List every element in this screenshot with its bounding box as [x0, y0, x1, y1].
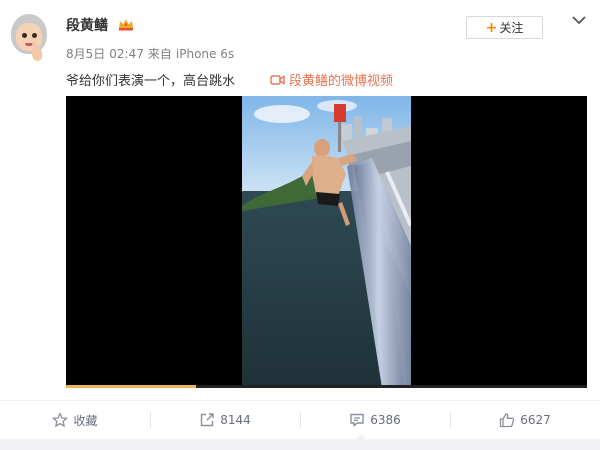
video-frame [242, 96, 411, 388]
video-player[interactable] [66, 96, 587, 388]
weibo-post-card: 段黄鳝 8月5日 02:47 来自 iPhone 6s + 关注 爷给你们表演一个，高… [0, 0, 600, 450]
bottom-strip [0, 439, 600, 450]
vip-crown-icon[interactable] [118, 17, 134, 31]
like-button[interactable]: 6627 [450, 401, 600, 439]
user-avatar[interactable] [10, 14, 48, 64]
follow-label: 关注 [499, 21, 524, 35]
thumbs-up-icon [500, 413, 515, 428]
comment-count: 6386 [370, 413, 401, 427]
post-meta: 8月5日 02:47 来自 iPhone 6s [66, 45, 238, 62]
star-icon [53, 412, 68, 427]
source-prefix: 来自 [147, 47, 172, 61]
video-progress-fill [66, 385, 197, 388]
repost-count: 8144 [220, 413, 251, 427]
post-device: iPhone 6s [175, 47, 235, 61]
like-count: 6627 [520, 413, 551, 427]
chevron-down-icon[interactable] [571, 14, 587, 26]
post-text: 爷给你们表演一个，高台跳水 [66, 74, 236, 89]
username[interactable]: 段黄鳝 [66, 15, 108, 35]
video-scene [242, 96, 411, 388]
follow-button[interactable]: + 关注 [466, 16, 543, 39]
video-camera-icon [270, 74, 285, 85]
video-link-label: 段黄鳝的微博视频 [289, 74, 394, 89]
avatar-eye [32, 33, 37, 38]
post-date[interactable]: 8月5日 [66, 47, 105, 61]
favorite-button[interactable]: 收藏 [0, 401, 150, 439]
avatar-eye [22, 33, 27, 38]
favorite-label: 收藏 [73, 413, 98, 428]
post-time[interactable]: 02:47 [109, 47, 144, 61]
video-link[interactable]: 段黄鳝的微博视频 [270, 70, 393, 89]
comment-button[interactable]: 6386 [300, 401, 450, 439]
repost-icon [201, 413, 214, 427]
plus-icon: + [485, 19, 498, 36]
action-bar: 收藏 8144 6386 6627 [0, 401, 600, 439]
comment-icon [350, 413, 364, 427]
repost-button[interactable]: 8144 [150, 401, 300, 439]
